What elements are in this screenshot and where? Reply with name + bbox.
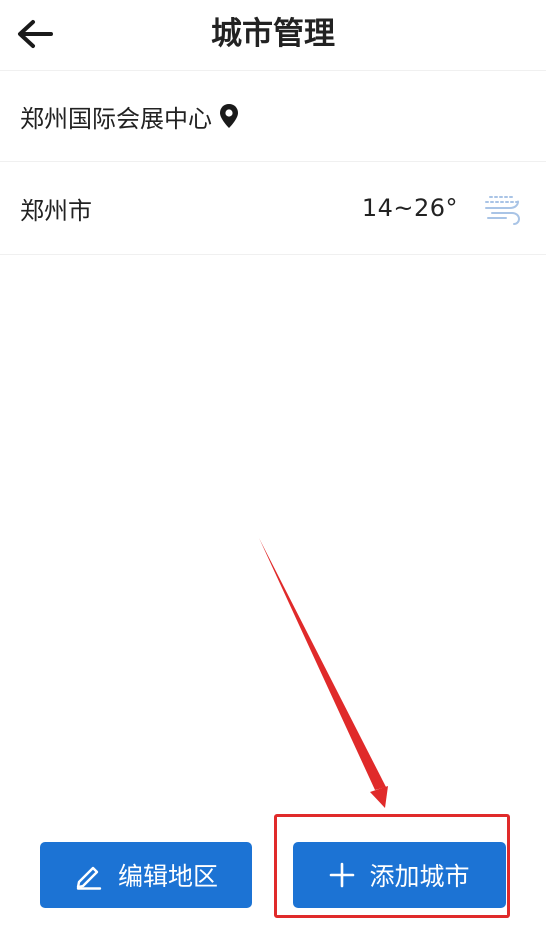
current-location-item[interactable]: 郑州国际会展中心 xyxy=(0,71,546,162)
page-title: 城市管理 xyxy=(211,16,335,52)
top-bar: 城市管理 xyxy=(0,0,546,71)
city-name: 郑州市 xyxy=(20,196,92,225)
location-pin-icon xyxy=(218,103,240,129)
temperature-range: 14~26° xyxy=(361,194,458,222)
edit-region-label: 编辑地区 xyxy=(117,862,218,891)
wind-icon xyxy=(485,196,521,225)
edit-region-button[interactable]: 编辑地区 xyxy=(40,842,252,908)
city-list-item[interactable]: 郑州市 14~26° xyxy=(0,162,546,255)
pencil-icon xyxy=(74,860,104,890)
add-city-button[interactable]: 添加城市 xyxy=(293,842,506,908)
location-label: 郑州国际会展中心 xyxy=(20,104,212,133)
add-city-label: 添加城市 xyxy=(369,862,470,891)
plus-icon xyxy=(329,862,355,888)
